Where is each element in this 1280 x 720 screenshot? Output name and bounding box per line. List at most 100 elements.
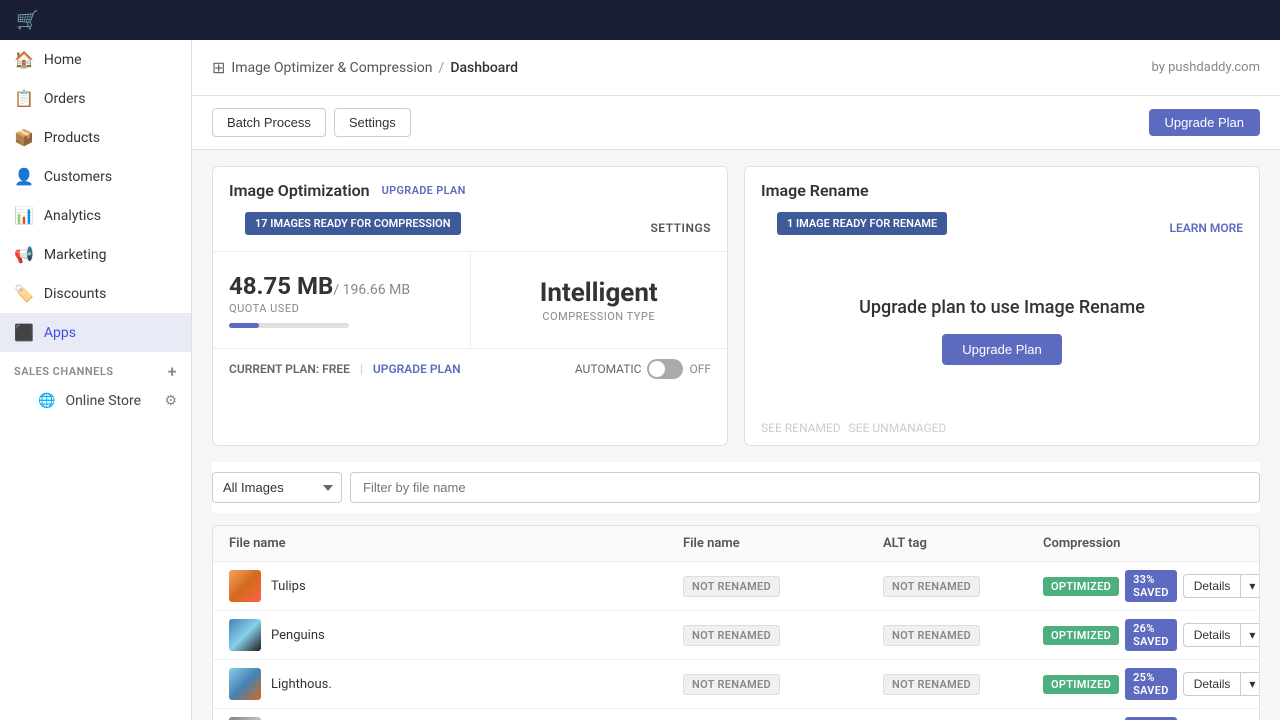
footer-sep-1: | xyxy=(360,362,363,376)
file-thumbnail xyxy=(229,619,261,651)
optimization-settings-link[interactable]: SETTINGS xyxy=(650,221,711,235)
file-name-text: Lighthous. xyxy=(271,677,332,692)
optimization-upgrade-link[interactable]: UPGRADE PLAN xyxy=(382,184,466,197)
alt-tag-badge: NOT RENAMED xyxy=(883,625,980,646)
sidebar: 🏠 Home 📋 Orders 📦 Products 👤 Customers 📊… xyxy=(0,40,192,720)
sidebar-label-analytics: Analytics xyxy=(44,208,101,224)
col-alt: ALT tag xyxy=(883,536,1043,551)
sidebar-item-discounts[interactable]: 🏷️ Discounts xyxy=(0,274,191,313)
image-optimization-title: Image Optimization xyxy=(229,181,370,200)
compression-type-label: COMPRESSION TYPE xyxy=(542,310,655,323)
alt-tag-badge: NOT RENAMED xyxy=(883,576,980,597)
orders-icon: 📋 xyxy=(14,89,34,108)
rename-body: Upgrade plan to use Image Rename Upgrade… xyxy=(745,251,1259,411)
auto-toggle-wrap: AUTOMATIC OFF xyxy=(575,359,711,379)
toolbar: Batch Process Settings Upgrade Plan xyxy=(192,96,1280,150)
see-renamed-link[interactable]: SEE RENAMED xyxy=(761,421,841,435)
status-badge: OPTIMIZED xyxy=(1043,626,1119,645)
progress-bar-fill xyxy=(229,323,259,328)
rename-col-cell: NOT RENAMED xyxy=(683,576,883,597)
sidebar-item-online-store[interactable]: 🌐 Online Store ⚙ xyxy=(0,385,191,417)
details-button[interactable]: Details xyxy=(1183,574,1241,598)
apps-icon: ⬛ xyxy=(14,323,34,342)
col-rename: File name xyxy=(683,536,883,551)
file-name-cell: Lighthous. xyxy=(229,668,683,700)
panels-row: Image Optimization UPGRADE PLAN 17 IMAGE… xyxy=(192,150,1280,462)
file-thumbnail xyxy=(229,668,261,700)
file-name-text: Penguins xyxy=(271,628,325,643)
online-store-icon: 🌐 xyxy=(38,393,55,409)
discounts-icon: 🏷️ xyxy=(14,284,34,303)
add-channel-button[interactable]: + xyxy=(168,362,177,381)
rename-banner: 1 IMAGE READY FOR RENAME xyxy=(777,212,947,235)
compression-cell: OPTIMIZED 33% SAVED Details ▾ xyxy=(1043,570,1243,602)
sidebar-item-orders[interactable]: 📋 Orders xyxy=(0,79,191,118)
breadcrumb-app: Image Optimizer & Compression xyxy=(231,60,432,76)
file-rename-tag: NOT RENAMED xyxy=(683,625,780,646)
quota-total: / 196.66 MB xyxy=(333,282,410,298)
compression-cell: OPTIMIZED 26% SAVED Details ▾ xyxy=(1043,619,1243,651)
footer-upgrade-link[interactable]: UPGRADE PLAN xyxy=(373,362,461,376)
details-dropdown-button[interactable]: ▾ xyxy=(1240,574,1260,598)
filter-select[interactable]: All Images xyxy=(212,472,342,503)
rename-col-cell: NOT RENAMED xyxy=(683,674,883,695)
filter-input[interactable] xyxy=(350,472,1260,503)
sidebar-label-home: Home xyxy=(44,52,82,68)
sidebar-item-marketing[interactable]: 📢 Marketing xyxy=(0,235,191,274)
file-name-text: Tulips xyxy=(271,579,306,594)
quota-section: 48.75 MB/ 196.66 MB QUOTA USED xyxy=(213,252,471,348)
app-icon: ⊞ xyxy=(212,58,225,77)
alt-col-cell: NOT RENAMED xyxy=(883,674,1043,695)
optimization-footer: CURRENT PLAN: FREE | UPGRADE PLAN AUTOMA… xyxy=(213,349,727,389)
logo-icon: 🛒 xyxy=(16,10,38,31)
analytics-icon: 📊 xyxy=(14,206,34,225)
automatic-toggle[interactable] xyxy=(647,359,683,379)
quota-value: 48.75 MB xyxy=(229,272,333,300)
table-row: Koala NOT RENAMED NOT RENAMED OPTIMIZED … xyxy=(213,709,1259,720)
by-text: by pushdaddy.com xyxy=(1151,60,1260,75)
saved-badge: 26% SAVED xyxy=(1125,619,1177,651)
sales-channels-header: SALES CHANNELS + xyxy=(0,352,191,385)
rename-banner-row: 1 IMAGE READY FOR RENAME LEARN MORE xyxy=(745,208,1259,251)
file-name-cell: Penguins xyxy=(229,619,683,651)
upgrade-plan-button[interactable]: Upgrade Plan xyxy=(1149,109,1261,136)
products-icon: 📦 xyxy=(14,128,34,147)
details-button[interactable]: Details xyxy=(1183,623,1241,647)
compression-section: Intelligent COMPRESSION TYPE xyxy=(471,252,728,348)
see-unmanaged-link[interactable]: SEE UNMANAGED xyxy=(849,421,947,435)
rename-upgrade-button[interactable]: Upgrade Plan xyxy=(942,334,1062,365)
top-bar: 🛒 xyxy=(0,0,1280,40)
sidebar-item-customers[interactable]: 👤 Customers xyxy=(0,157,191,196)
details-dropdown-button[interactable]: ▾ xyxy=(1240,672,1260,696)
panel-banner-row: 17 IMAGES READY FOR COMPRESSION SETTINGS xyxy=(213,208,727,251)
main-content: ⊞ Image Optimizer & Compression / Dashbo… xyxy=(192,40,1280,720)
file-table: File name File name ALT tag Compression … xyxy=(212,525,1260,720)
saved-badge: 33% SAVED xyxy=(1125,570,1177,602)
details-btn-wrap: Details ▾ xyxy=(1183,672,1260,696)
sidebar-item-home[interactable]: 🏠 Home xyxy=(0,40,191,79)
details-button[interactable]: Details xyxy=(1183,672,1241,696)
sidebar-label-orders: Orders xyxy=(44,91,86,107)
details-dropdown-button[interactable]: ▾ xyxy=(1240,623,1260,647)
rename-footer: SEE RENAMED SEE UNMANAGED xyxy=(745,411,1259,445)
sidebar-item-apps[interactable]: ⬛ Apps xyxy=(0,313,191,352)
settings-button[interactable]: Settings xyxy=(334,108,411,137)
table-row: Lighthous. NOT RENAMED NOT RENAMED OPTIM… xyxy=(213,660,1259,709)
batch-process-button[interactable]: Batch Process xyxy=(212,108,326,137)
col-compression: Compression xyxy=(1043,536,1243,551)
sidebar-item-analytics[interactable]: 📊 Analytics xyxy=(0,196,191,235)
learn-more-link[interactable]: LEARN MORE xyxy=(1169,221,1243,235)
col-filename: File name xyxy=(229,536,683,551)
image-rename-panel: Image Rename 1 IMAGE READY FOR RENAME LE… xyxy=(744,166,1260,446)
file-rename-tag: NOT RENAMED xyxy=(683,674,780,695)
alt-tag-badge: NOT RENAMED xyxy=(883,674,980,695)
home-icon: 🏠 xyxy=(14,50,34,69)
online-store-label: Online Store xyxy=(65,393,141,409)
customers-icon: 👤 xyxy=(14,167,34,186)
sidebar-label-customers: Customers xyxy=(44,169,112,185)
rename-upgrade-text: Upgrade plan to use Image Rename xyxy=(859,297,1145,318)
sidebar-item-products[interactable]: 📦 Products xyxy=(0,118,191,157)
online-store-settings-icon[interactable]: ⚙ xyxy=(164,393,177,409)
breadcrumb-current: Dashboard xyxy=(450,60,518,76)
sidebar-label-marketing: Marketing xyxy=(44,247,107,263)
